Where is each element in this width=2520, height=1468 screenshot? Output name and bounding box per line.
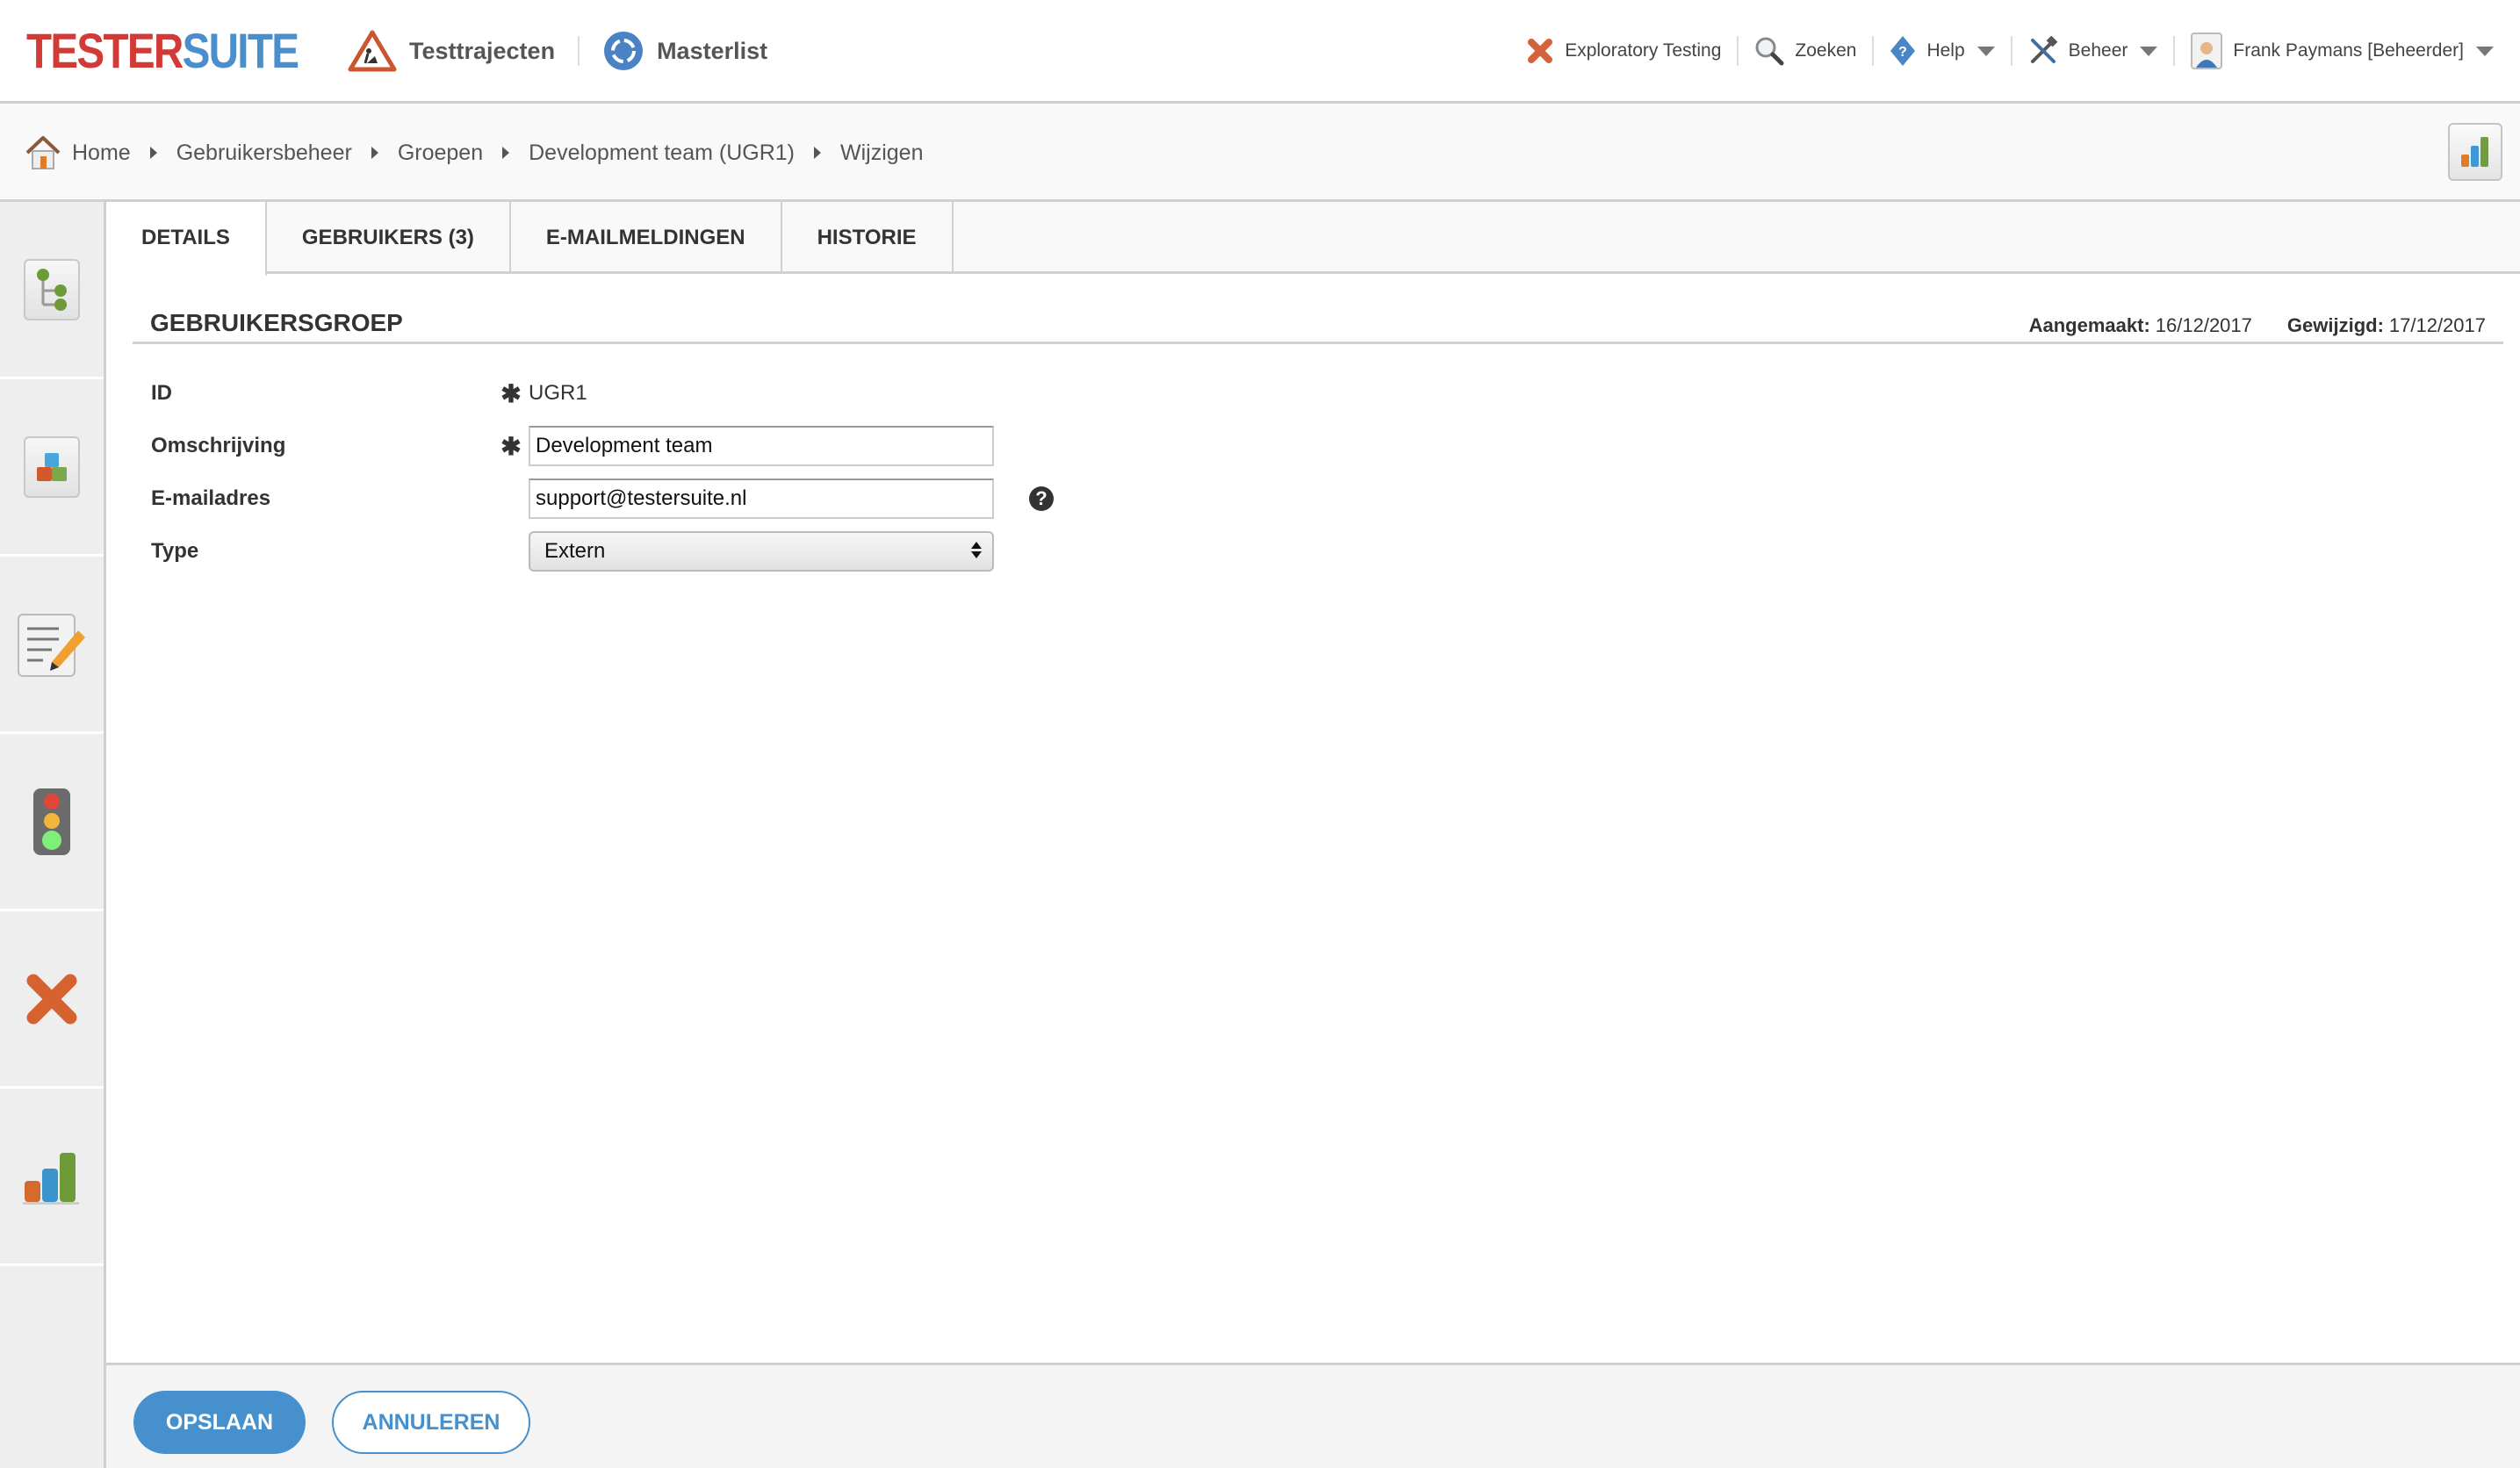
tool-label: Zoeken bbox=[1795, 40, 1857, 61]
tool-divider bbox=[1872, 36, 1875, 66]
form-row-email: E-mailadres ? bbox=[151, 472, 1054, 525]
created-label: Aangemaakt: bbox=[2028, 314, 2150, 336]
chevron-down-icon bbox=[2140, 46, 2158, 56]
tab-historie[interactable]: HISTORIE bbox=[782, 202, 954, 274]
sidebar bbox=[0, 202, 106, 1468]
tool-divider bbox=[2173, 36, 2176, 66]
created-info: Aangemaakt: 16/12/2017 bbox=[2029, 314, 2252, 337]
form-row-type: Type Extern bbox=[151, 525, 1054, 578]
tool-nav: Exploratory Testing Zoeken ? Help Beheer… bbox=[1526, 30, 2494, 72]
main-content: DETAILS GEBRUIKERS (3) E-MAILMELDINGEN H… bbox=[106, 202, 2520, 1365]
reports-button[interactable] bbox=[2448, 123, 2502, 181]
testersuite-logo[interactable]: TESTERSUITE bbox=[26, 23, 299, 78]
section-title: GEBRUIKERSGROEP bbox=[150, 309, 403, 336]
tool-divider bbox=[2010, 36, 2012, 66]
help-circle-icon[interactable]: ? bbox=[1029, 486, 1054, 511]
breadcrumb-wijzigen: Wijzigen bbox=[840, 140, 924, 165]
tool-label: Exploratory Testing bbox=[1565, 40, 1722, 61]
chevron-down-icon bbox=[1976, 46, 1995, 56]
magnifier-icon bbox=[1755, 37, 1784, 66]
breadcrumb-arrow-icon bbox=[371, 147, 378, 159]
modified-info: Gewijzigd: 17/12/2017 bbox=[2287, 314, 2486, 337]
tool-divider bbox=[1737, 36, 1739, 66]
user-icon bbox=[2191, 32, 2223, 69]
sidebar-item-blocks[interactable] bbox=[0, 379, 104, 557]
tool-search[interactable]: Zoeken bbox=[1754, 36, 1856, 66]
type-select[interactable]: Extern bbox=[529, 531, 994, 572]
created-value: 16/12/2017 bbox=[2155, 314, 2252, 336]
modified-label: Gewijzigd: bbox=[2286, 314, 2384, 336]
action-footer: OPSLAAN ANNULEREN bbox=[106, 1363, 2520, 1468]
breadcrumb-arrow-icon bbox=[814, 147, 821, 159]
modified-value: 17/12/2017 bbox=[2388, 314, 2486, 336]
x-icon bbox=[26, 974, 77, 1024]
omschrijving-label: Omschrijving bbox=[151, 434, 286, 457]
sidebar-item-reports[interactable] bbox=[0, 1089, 104, 1266]
breadcrumb-development-team[interactable]: Development team (UGR1) bbox=[529, 140, 795, 166]
sidebar-item-exploratory[interactable] bbox=[0, 911, 104, 1089]
email-input[interactable] bbox=[529, 479, 994, 519]
tree-structure-icon bbox=[24, 258, 80, 320]
roadwork-sign-icon bbox=[348, 30, 397, 72]
main-nav: Testtrajecten Masterlist bbox=[348, 25, 767, 77]
bar-chart-icon bbox=[23, 1152, 79, 1205]
select-arrows-icon bbox=[971, 542, 982, 558]
nav-label: Testtrajecten bbox=[409, 37, 556, 64]
required-icon: ✱ bbox=[500, 432, 522, 460]
id-value: UGR1 bbox=[529, 381, 587, 405]
tab-e-mailmeldingen[interactable]: E-MAILMELDINGEN bbox=[511, 202, 782, 274]
svg-text:?: ? bbox=[1899, 45, 1908, 60]
omschrijving-input[interactable] bbox=[529, 426, 994, 466]
top-header: TESTERSUITE Testtrajecten Masterlist Exp… bbox=[0, 0, 2520, 104]
bar-chart-icon bbox=[2461, 137, 2488, 167]
tool-label: Help bbox=[1926, 40, 1965, 61]
tab-gebruikers[interactable]: GEBRUIKERS (3) bbox=[267, 202, 511, 274]
type-label: Type bbox=[151, 539, 199, 563]
breadcrumb-arrow-icon bbox=[502, 147, 510, 159]
tab-bar: DETAILS GEBRUIKERS (3) E-MAILMELDINGEN H… bbox=[106, 202, 2520, 277]
breadcrumb-home[interactable]: Home bbox=[72, 140, 131, 166]
save-button[interactable]: OPSLAAN bbox=[133, 1391, 306, 1454]
sidebar-item-edit[interactable] bbox=[0, 557, 104, 734]
breadcrumb-gebruikersbeheer[interactable]: Gebruikersbeheer bbox=[176, 140, 352, 166]
breadcrumb: Home Gebruikersbeheer Groepen Developmen… bbox=[25, 135, 923, 170]
blocks-document-icon bbox=[24, 435, 80, 498]
form-row-id: ID ✱ UGR1 bbox=[151, 367, 1054, 420]
tool-user-menu[interactable]: Frank Paymans [Beheerder] bbox=[2191, 32, 2494, 69]
help-diamond-icon: ? bbox=[1890, 36, 1916, 66]
home-icon[interactable] bbox=[25, 135, 61, 170]
required-icon: ✱ bbox=[500, 379, 522, 407]
logo-part-tester: TESTER bbox=[26, 23, 184, 78]
sidebar-item-tree[interactable] bbox=[0, 202, 104, 379]
breadcrumb-groepen[interactable]: Groepen bbox=[398, 140, 483, 166]
breadcrumb-arrow-icon bbox=[149, 147, 157, 159]
nav-divider bbox=[578, 36, 580, 66]
roundabout-icon bbox=[604, 32, 644, 70]
nav-masterlist[interactable]: Masterlist bbox=[602, 30, 767, 72]
document-edit-icon bbox=[18, 613, 85, 677]
x-icon bbox=[1528, 39, 1553, 63]
nav-label: Masterlist bbox=[657, 37, 768, 64]
tab-details[interactable]: DETAILS bbox=[106, 202, 267, 277]
email-label: E-mailadres bbox=[151, 486, 271, 510]
nav-testtrajecten[interactable]: Testtrajecten bbox=[348, 30, 555, 72]
cancel-button[interactable]: ANNULEREN bbox=[332, 1391, 530, 1454]
type-selected-value: Extern bbox=[544, 539, 606, 563]
tools-icon bbox=[2030, 36, 2058, 63]
form-row-omschrijving: Omschrijving ✱ bbox=[151, 420, 1054, 472]
chevron-down-icon bbox=[2476, 46, 2494, 56]
tool-exploratory-testing[interactable]: Exploratory Testing bbox=[1526, 37, 1721, 65]
tool-label: Beheer bbox=[2068, 40, 2128, 61]
section-header: GEBRUIKERSGROEP Aangemaakt: 16/12/2017 Ge… bbox=[133, 299, 2503, 344]
sidebar-item-status[interactable] bbox=[0, 734, 104, 911]
logo-part-suite: SUITE bbox=[182, 23, 299, 78]
group-form: ID ✱ UGR1 Omschrijving ✱ E-mailadres ? T… bbox=[151, 367, 1054, 578]
traffic-light-icon bbox=[33, 788, 70, 855]
breadcrumb-bar: Home Gebruikersbeheer Groepen Developmen… bbox=[0, 104, 2520, 202]
tool-label: Frank Paymans [Beheerder] bbox=[2233, 40, 2464, 61]
tool-help[interactable]: ? Help bbox=[1890, 35, 1995, 67]
record-meta: Aangemaakt: 16/12/2017 Gewijzigd: 17/12/20… bbox=[2029, 314, 2486, 337]
id-label: ID bbox=[151, 381, 172, 405]
tool-beheer[interactable]: Beheer bbox=[2028, 36, 2158, 66]
